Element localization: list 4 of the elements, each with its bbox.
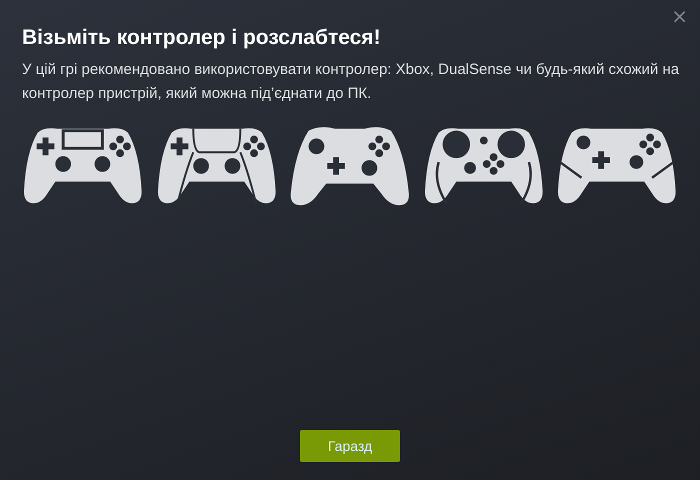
close-button[interactable]: × [667,4,692,28]
dialog-description: У цій грі рекомендовано використовувати контролер: Xbox, DualSense чи будь-який схожий на контролер пристрій, який можна під’єднати до ПК. [22,60,680,104]
dialog-title: Візьміть контролер і розслабтеся! [22,26,382,50]
ok-button[interactable]: Гаразд [300,430,400,462]
